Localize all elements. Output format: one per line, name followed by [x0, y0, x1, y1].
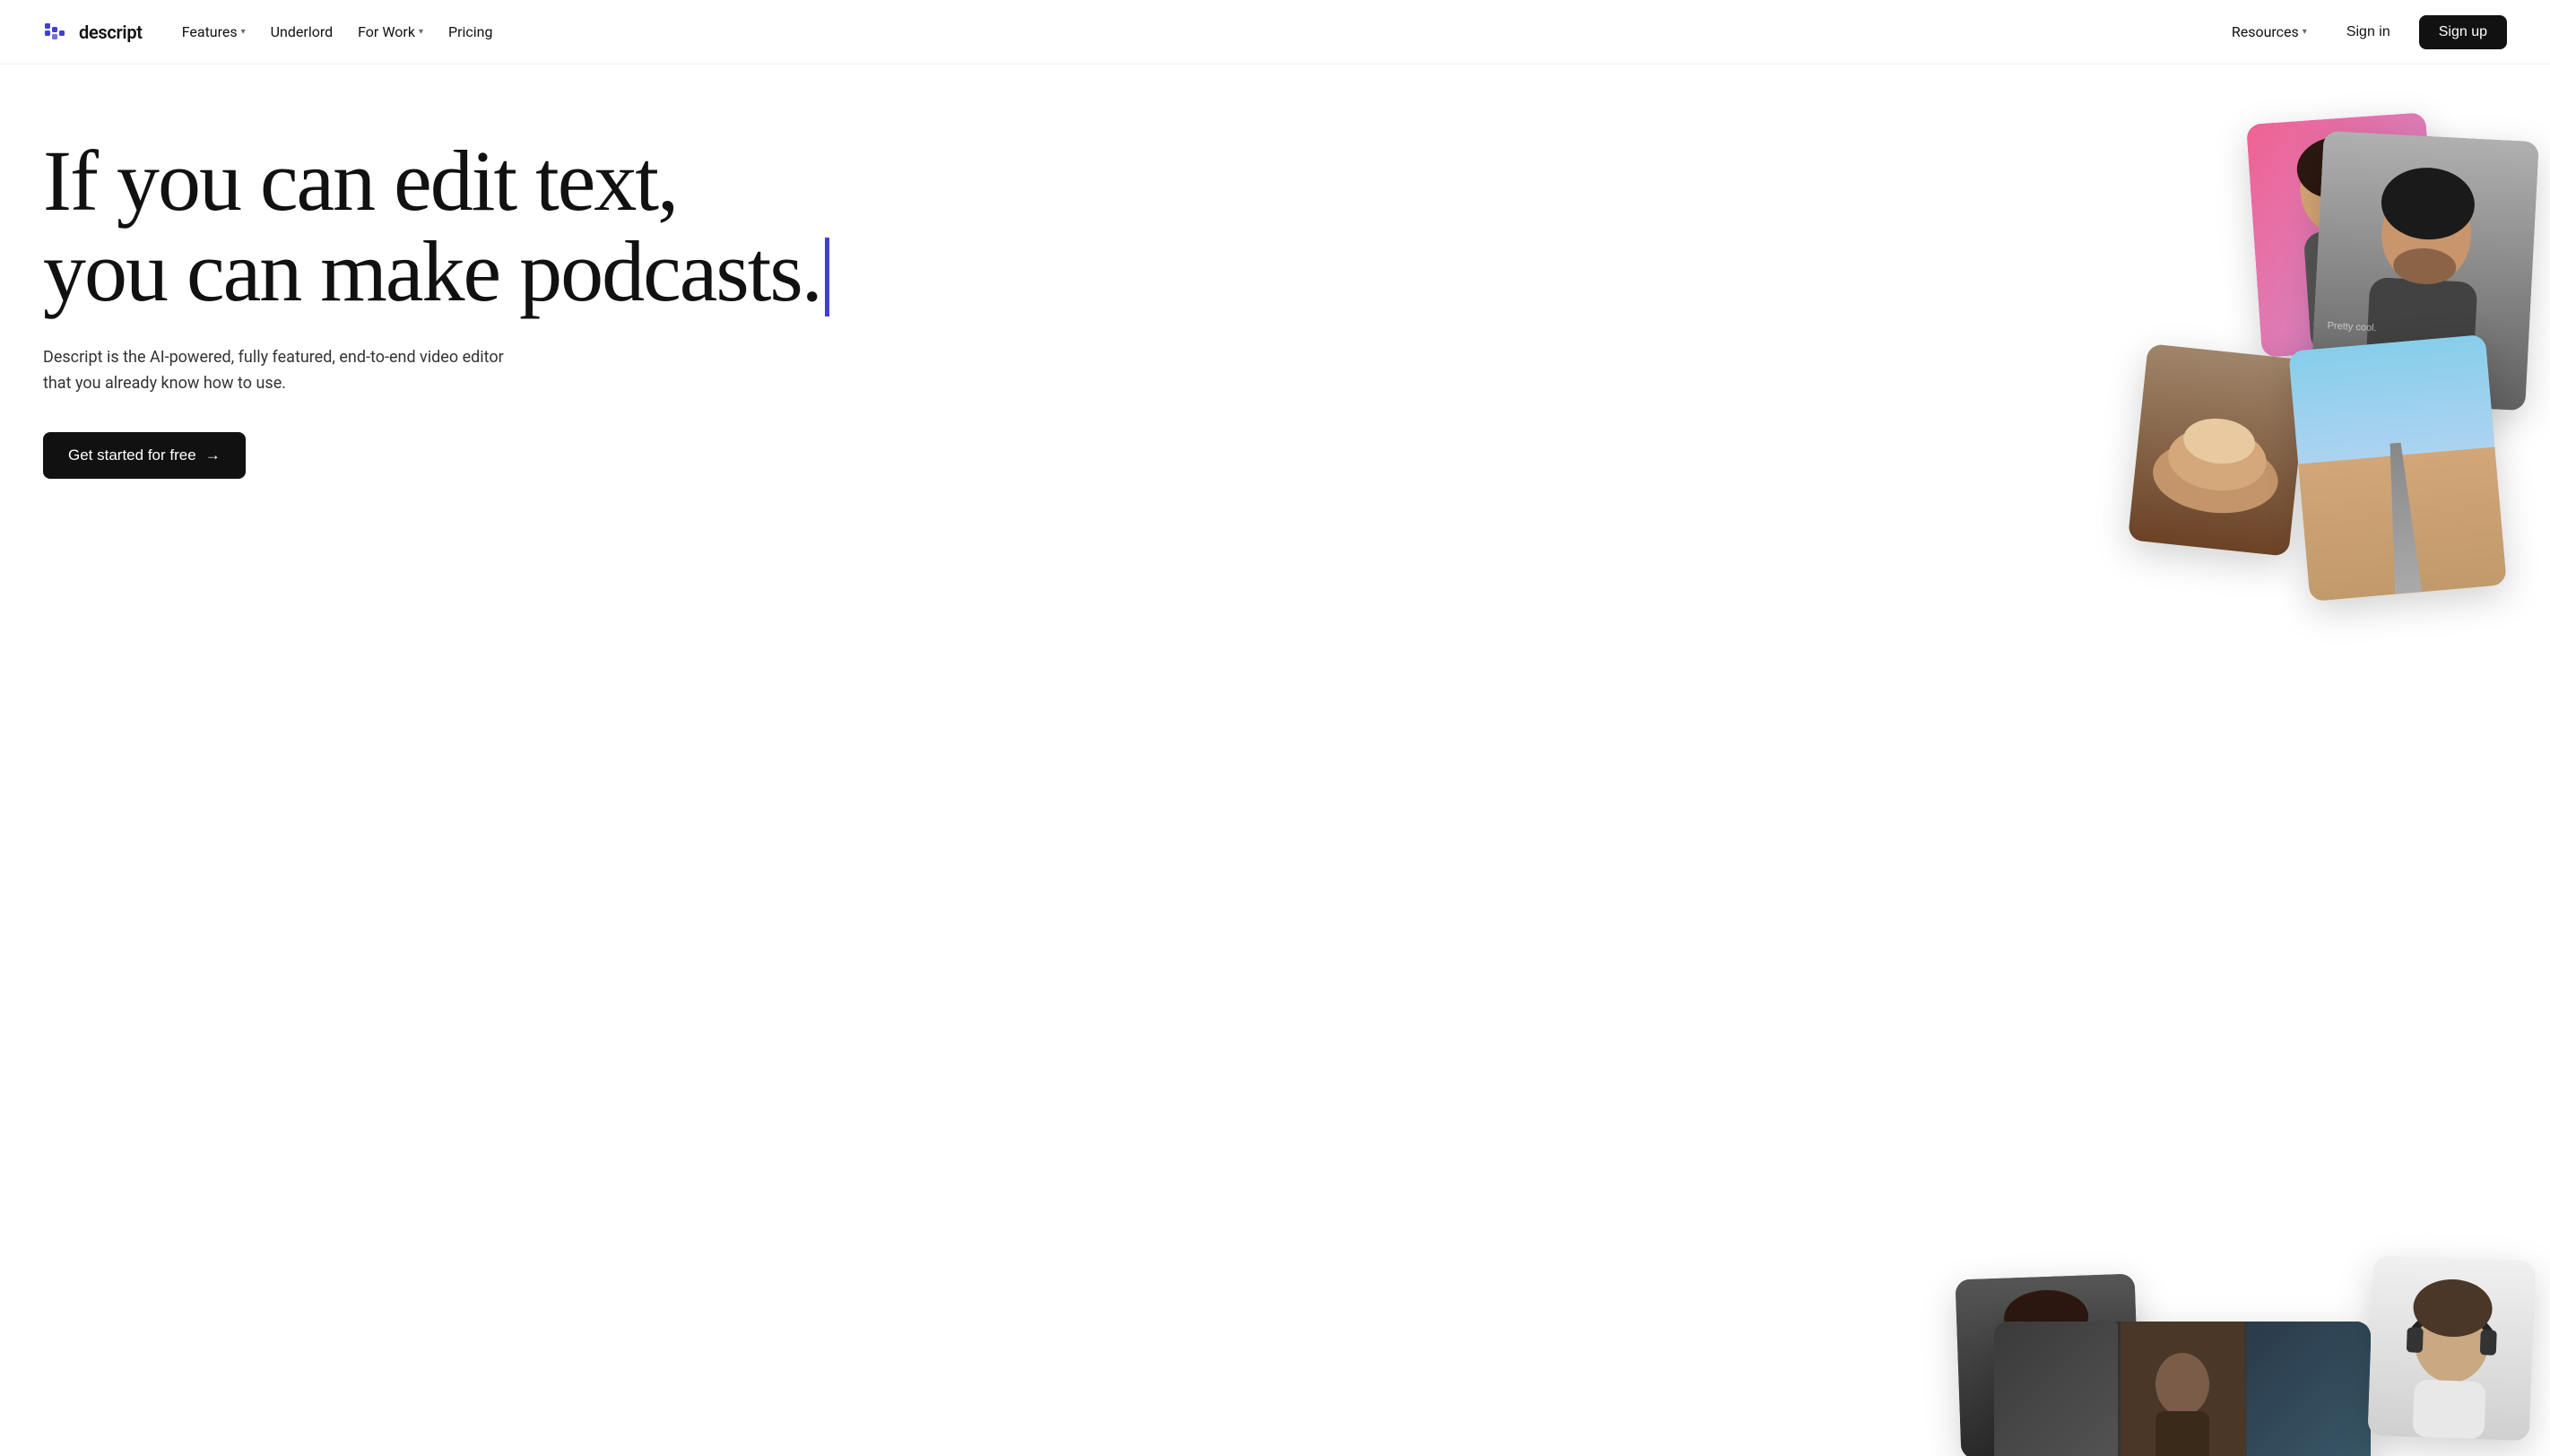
image-card-headphones: [2368, 1256, 2536, 1441]
hero-section: If you can edit text, you can make podca…: [0, 65, 2550, 1456]
cta-button[interactable]: Get started for free →: [43, 432, 246, 479]
descript-logo-icon: [43, 18, 72, 47]
nav-right: Resources ▾ Sign in Sign up: [2221, 15, 2507, 49]
image-card-video-strip: [1994, 1322, 2371, 1456]
image-card-landscape: [2288, 334, 2507, 602]
hero-text-block: If you can edit text, you can make podca…: [43, 136, 1644, 479]
sign-in-button[interactable]: Sign in: [2332, 17, 2405, 48]
nav-link-underlord[interactable]: Underlord: [260, 16, 343, 48]
nav-left: descript Features ▾ Underlord For Work ▾…: [43, 16, 503, 48]
logo[interactable]: descript: [43, 18, 143, 47]
video-thumbnail-3: [2247, 1322, 2371, 1456]
hero-headline: If you can edit text, you can make podca…: [43, 136, 1644, 320]
navbar: descript Features ▾ Underlord For Work ▾…: [0, 0, 2550, 65]
arrow-icon: →: [205, 446, 221, 464]
nav-link-for-work[interactable]: For Work ▾: [347, 16, 434, 48]
image-card-food: [2128, 343, 2309, 557]
sign-up-button[interactable]: Sign up: [2419, 15, 2507, 49]
image-card-pink-portrait: [2246, 112, 2442, 357]
nav-link-resources[interactable]: Resources ▾: [2221, 16, 2318, 48]
svg-text:Pretty cool.: Pretty cool.: [2327, 320, 2377, 334]
logo-text: descript: [79, 22, 143, 43]
image-card-person-glasses: [1956, 1274, 2141, 1456]
nav-links: Features ▾ Underlord For Work ▾ Pricing: [171, 16, 504, 48]
image-card-gray-portrait: Pretty cool.: [2310, 131, 2538, 411]
video-thumbnail-2: [2121, 1322, 2244, 1456]
chevron-down-icon: ▾: [241, 27, 246, 37]
nav-link-features[interactable]: Features ▾: [171, 16, 256, 48]
chevron-down-icon: ▾: [419, 27, 423, 37]
video-thumbnail-1: [1994, 1322, 2118, 1456]
chevron-down-icon: ▾: [2303, 27, 2307, 37]
text-cursor: [825, 238, 829, 316]
hero-subtext: Descript is the AI-powered, fully featur…: [43, 345, 509, 397]
nav-link-pricing[interactable]: Pricing: [438, 16, 504, 48]
